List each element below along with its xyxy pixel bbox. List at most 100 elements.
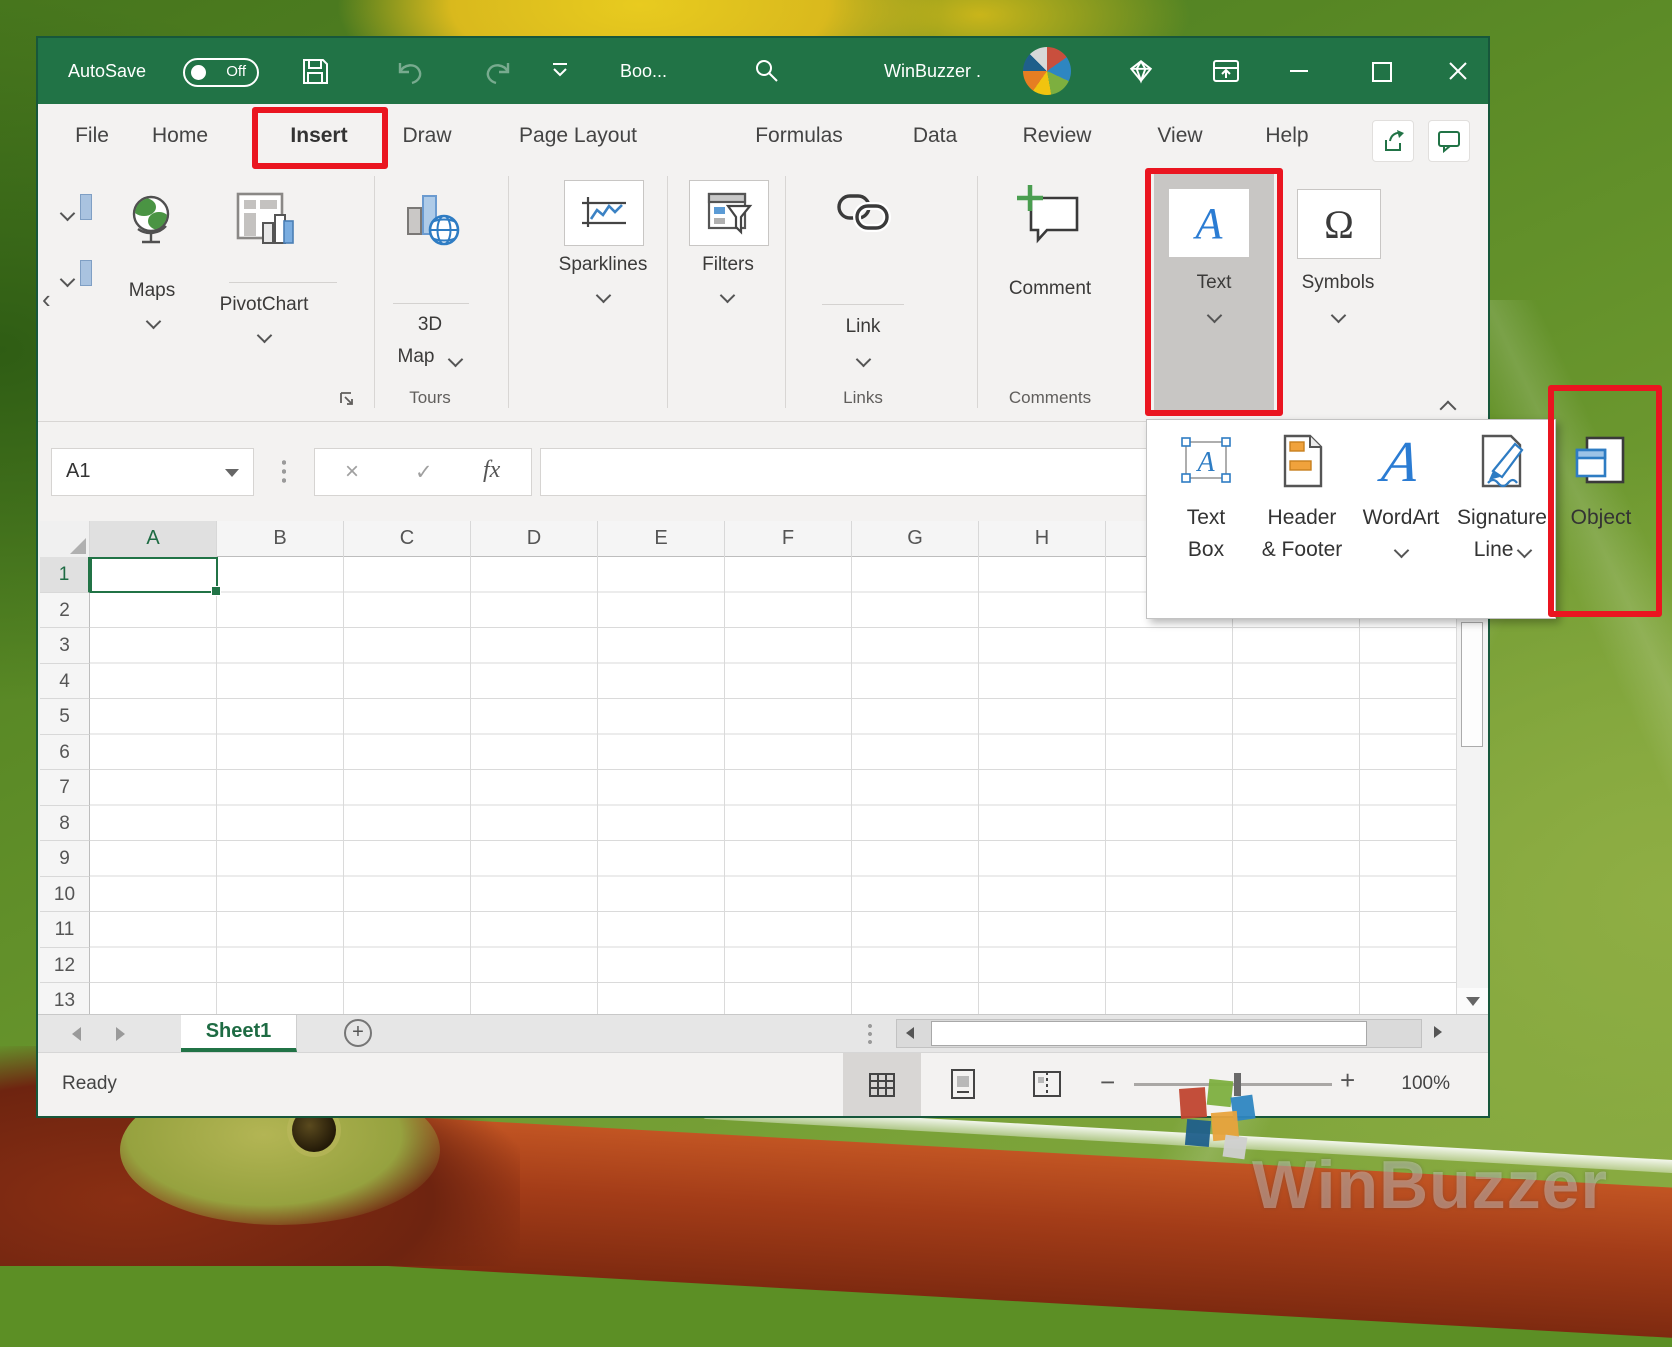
- pivotchart-icon[interactable]: [234, 190, 296, 255]
- avatar[interactable]: [1023, 47, 1071, 95]
- row-header[interactable]: 8: [40, 806, 90, 842]
- 3d-map-label-line1[interactable]: 3D: [400, 314, 460, 336]
- select-all-corner[interactable]: [40, 521, 90, 557]
- comments-button[interactable]: [1428, 120, 1470, 162]
- chevron-down-icon[interactable]: [62, 206, 73, 224]
- column-header[interactable]: C: [344, 521, 471, 557]
- tab-data[interactable]: Data: [902, 104, 968, 168]
- row-header[interactable]: 9: [40, 841, 90, 877]
- tab-formulas[interactable]: Formulas: [734, 104, 864, 168]
- tab-draw[interactable]: Draw: [394, 104, 460, 168]
- column-header[interactable]: F: [725, 521, 852, 557]
- fill-handle[interactable]: [211, 586, 221, 596]
- menu-item-text-box[interactable]: A Text Box: [1158, 420, 1254, 620]
- scroll-left-icon[interactable]: [906, 1027, 914, 1039]
- new-sheet-button[interactable]: +: [344, 1019, 372, 1047]
- symbols-icon[interactable]: Ω: [1297, 189, 1381, 259]
- ribbon-display-options-icon[interactable]: [1212, 58, 1240, 89]
- menu-item-wordart[interactable]: A WordArt: [1353, 420, 1449, 620]
- active-cell-a1[interactable]: [90, 557, 218, 593]
- filters-label[interactable]: Filters: [679, 254, 777, 276]
- sheet-tab-sheet1[interactable]: Sheet1: [181, 1015, 297, 1052]
- zoom-level[interactable]: 100%: [1378, 1073, 1450, 1095]
- tab-splitter-handle[interactable]: [868, 1022, 872, 1046]
- redo-icon[interactable]: [482, 58, 514, 91]
- save-icon[interactable]: [300, 56, 330, 91]
- menu-item-signature-line[interactable]: Signature Line: [1454, 420, 1550, 620]
- minimize-icon[interactable]: [1290, 70, 1308, 72]
- tab-home[interactable]: Home: [144, 104, 216, 168]
- collapse-left-icon[interactable]: ‹: [42, 284, 51, 315]
- maximize-icon[interactable]: [1372, 62, 1392, 82]
- close-icon[interactable]: [1448, 61, 1468, 86]
- tab-view[interactable]: View: [1142, 104, 1218, 168]
- row-header[interactable]: 2: [40, 593, 90, 629]
- insert-function-icon[interactable]: fx: [483, 457, 500, 484]
- view-normal-button[interactable]: [843, 1053, 921, 1116]
- tab-help[interactable]: Help: [1252, 104, 1322, 168]
- formula-bar-handle[interactable]: [282, 458, 286, 484]
- column-header[interactable]: B: [217, 521, 344, 557]
- row-header-selected[interactable]: 1: [40, 557, 90, 593]
- name-box[interactable]: A1: [51, 448, 254, 496]
- maps-label[interactable]: Maps: [112, 280, 192, 302]
- quick-access-chevron-icon[interactable]: [550, 62, 570, 85]
- user-name[interactable]: WinBuzzer .: [884, 38, 981, 104]
- name-box-dropdown-icon[interactable]: [225, 469, 239, 477]
- scroll-right-icon[interactable]: [1434, 1026, 1442, 1038]
- horizontal-scrollbar-thumb[interactable]: [931, 1021, 1367, 1046]
- row-header[interactable]: 6: [40, 735, 90, 771]
- zoom-in-button[interactable]: +: [1340, 1065, 1355, 1096]
- tab-review[interactable]: Review: [1010, 104, 1104, 168]
- symbols-label[interactable]: Symbols: [1292, 272, 1384, 294]
- view-page-layout-button[interactable]: [946, 1067, 980, 1106]
- enter-icon[interactable]: ✓: [415, 460, 433, 485]
- row-header[interactable]: 13: [40, 983, 90, 1014]
- row-header[interactable]: 11: [40, 912, 90, 948]
- row-header[interactable]: 3: [40, 628, 90, 664]
- autosave-toggle[interactable]: Off: [183, 58, 259, 87]
- tab-file[interactable]: File: [68, 104, 116, 168]
- chevron-down-icon[interactable]: [62, 272, 73, 290]
- vertical-scrollbar-thumb[interactable]: [1461, 622, 1483, 747]
- sparklines-icon[interactable]: [564, 180, 644, 246]
- worksheet-grid[interactable]: 1 2 3 4 5 6 7 8 9 10 11 12 13: [40, 557, 1456, 1014]
- column-header[interactable]: G: [852, 521, 979, 557]
- filters-icon[interactable]: [689, 180, 769, 246]
- column-header[interactable]: E: [598, 521, 725, 557]
- dialog-launcher-icon[interactable]: [338, 390, 356, 413]
- undo-icon[interactable]: [394, 58, 426, 91]
- share-button[interactable]: [1372, 120, 1414, 162]
- zoom-out-button[interactable]: −: [1100, 1067, 1115, 1098]
- column-header-selected[interactable]: A: [90, 521, 217, 557]
- 3d-map-label-line2[interactable]: Map: [386, 346, 446, 368]
- comment-label[interactable]: Comment: [1004, 278, 1096, 300]
- row-header[interactable]: 10: [40, 877, 90, 913]
- view-page-break-button[interactable]: [1030, 1067, 1064, 1106]
- row-header[interactable]: 5: [40, 699, 90, 735]
- premium-diamond-icon[interactable]: [1128, 58, 1154, 89]
- new-comment-icon[interactable]: [1013, 184, 1087, 257]
- vertical-scrollbar[interactable]: [1456, 557, 1488, 1014]
- sheet-nav-prev-icon[interactable]: [72, 1027, 81, 1041]
- collapse-ribbon-icon[interactable]: [1442, 402, 1454, 420]
- cancel-icon[interactable]: ×: [345, 458, 359, 486]
- link-label[interactable]: Link: [833, 316, 893, 338]
- row-header[interactable]: 12: [40, 948, 90, 984]
- scroll-down-button[interactable]: [1457, 988, 1488, 1014]
- maps-icon[interactable]: [124, 190, 182, 255]
- row-header[interactable]: 4: [40, 664, 90, 700]
- pivotchart-label[interactable]: PivotChart: [206, 294, 322, 316]
- link-icon[interactable]: [831, 178, 895, 251]
- column-header[interactable]: D: [471, 521, 598, 557]
- tab-page-layout[interactable]: Page Layout: [496, 104, 660, 168]
- column-header[interactable]: H: [979, 521, 1106, 557]
- 3d-map-icon[interactable]: [400, 188, 462, 255]
- menu-item-header-footer[interactable]: Header & Footer: [1254, 420, 1350, 620]
- row-header[interactable]: 7: [40, 770, 90, 806]
- sparklines-label[interactable]: Sparklines: [544, 254, 662, 276]
- search-icon[interactable]: [754, 58, 780, 89]
- horizontal-scrollbar[interactable]: [896, 1019, 1422, 1048]
- sheet-nav-next-icon[interactable]: [116, 1027, 125, 1041]
- zoom-slider-thumb[interactable]: [1234, 1073, 1241, 1096]
